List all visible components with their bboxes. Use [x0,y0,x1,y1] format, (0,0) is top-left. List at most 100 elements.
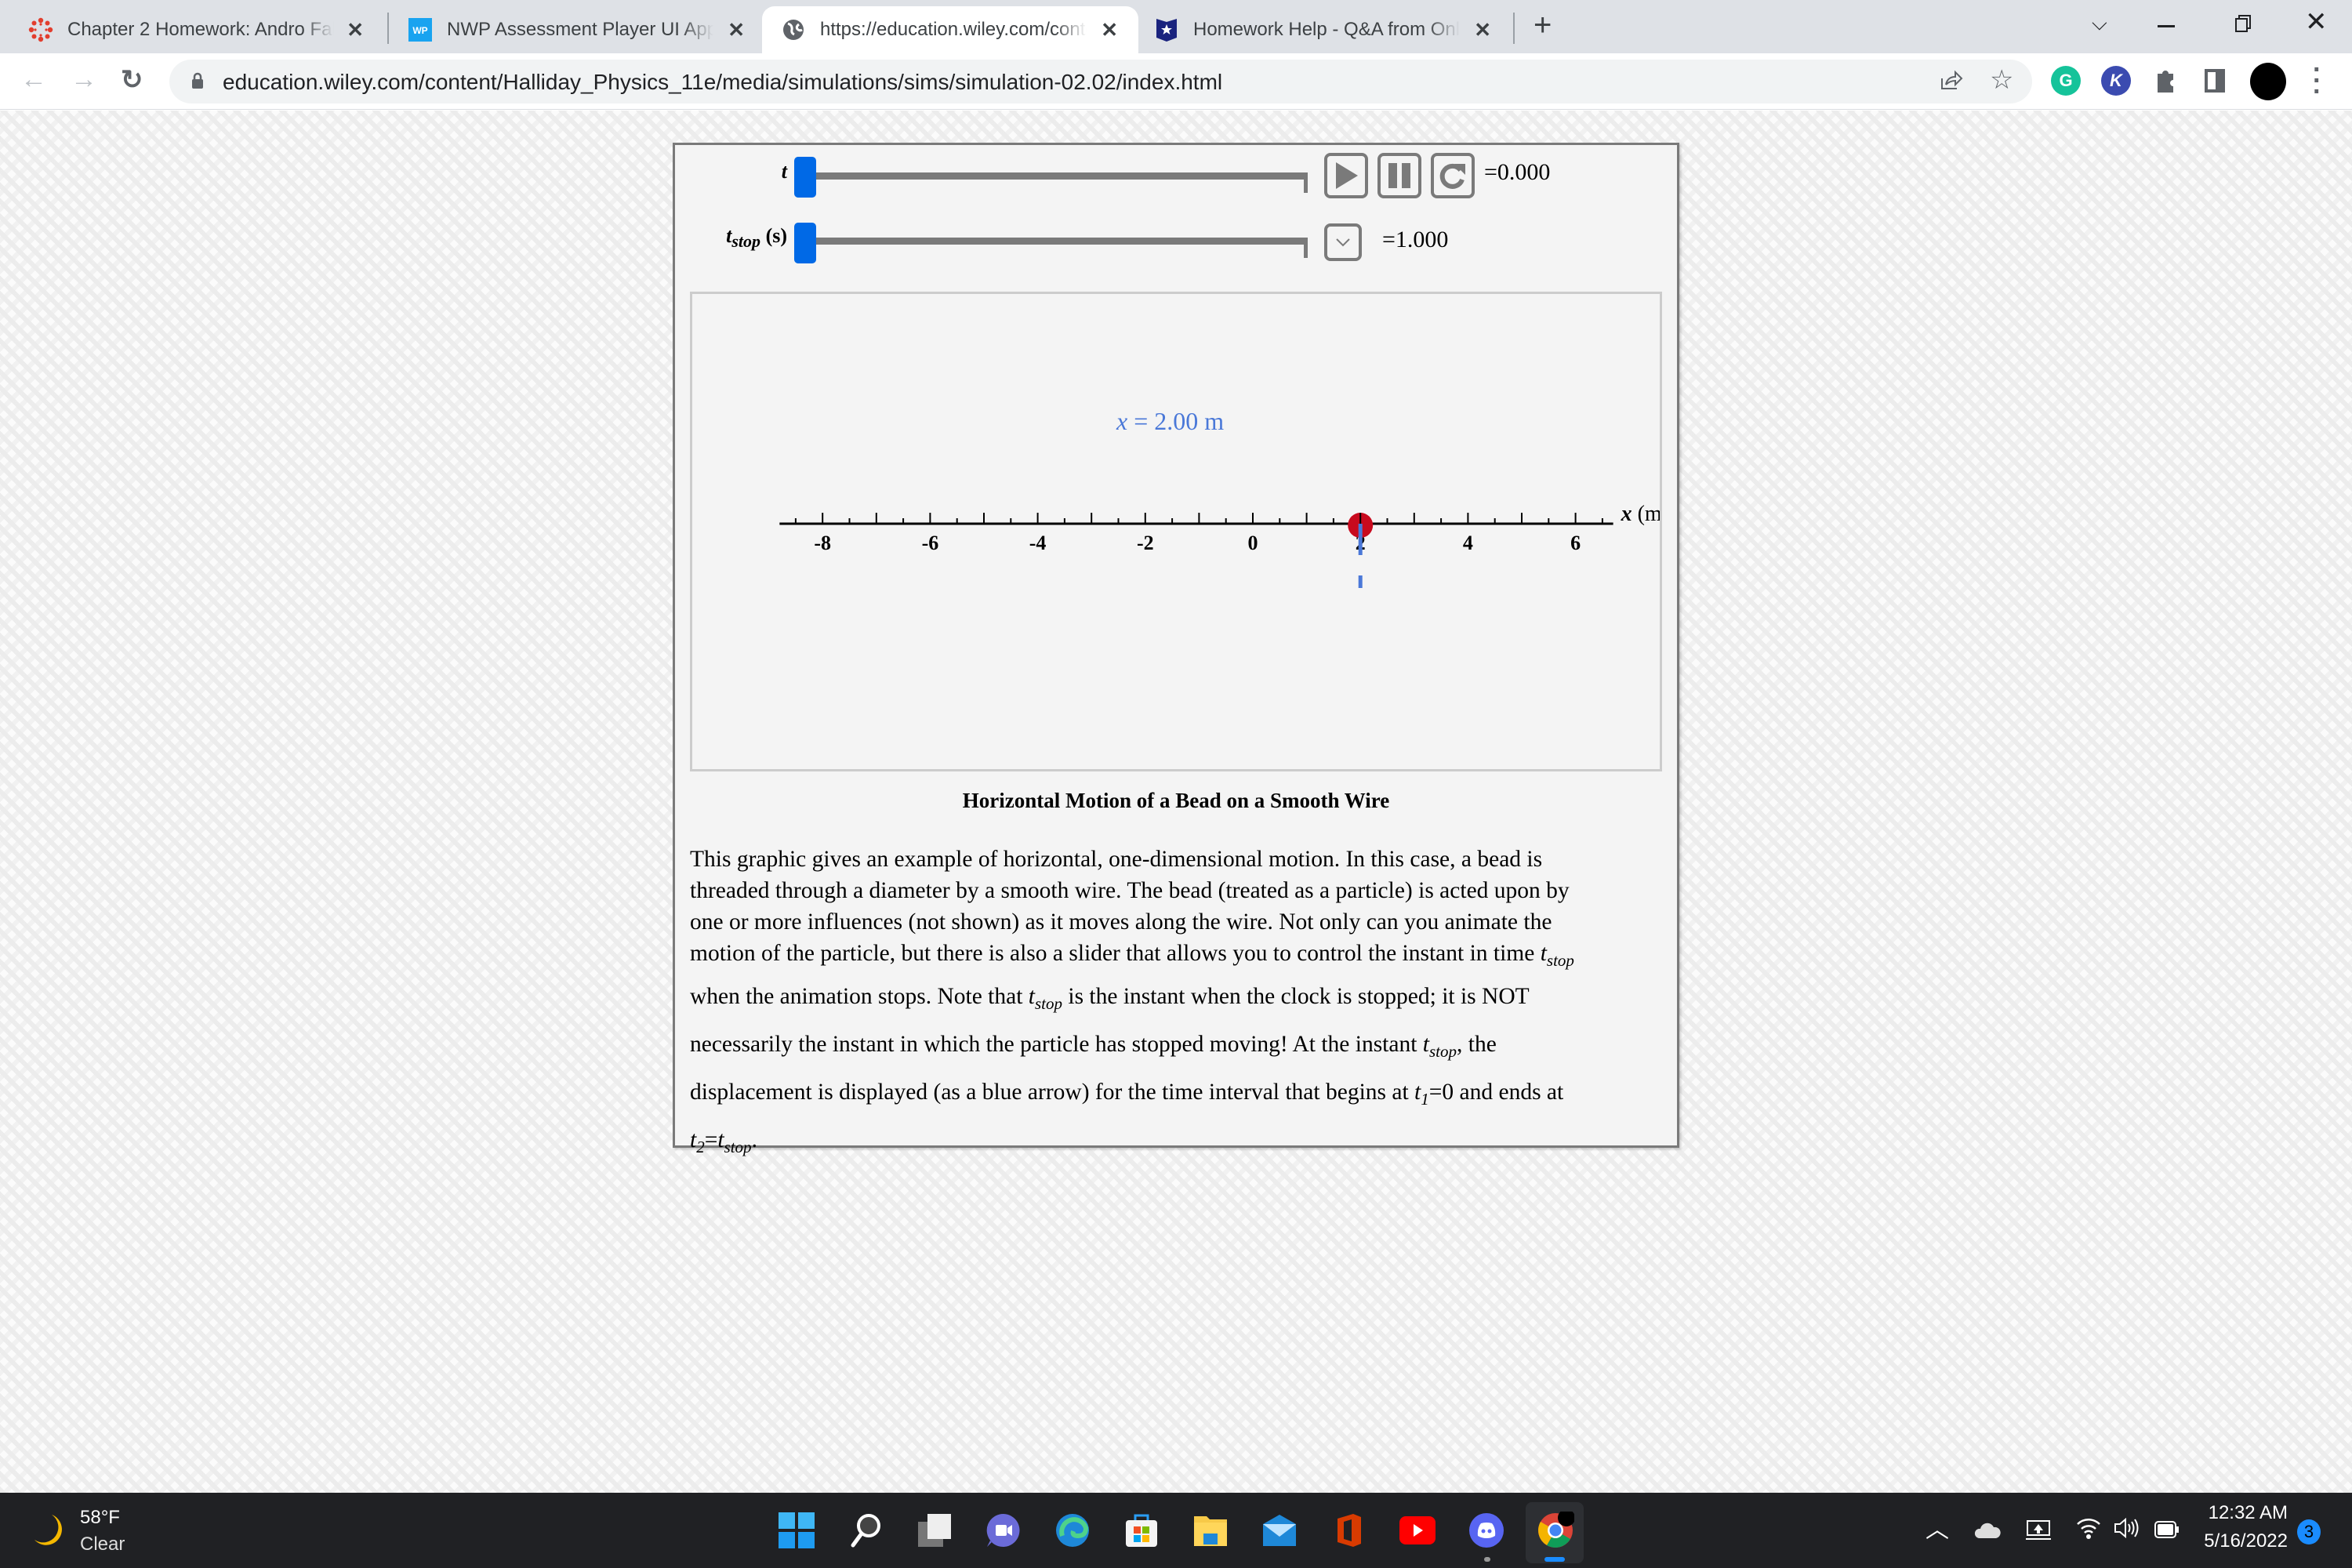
tab-search-icon[interactable]: ⌵ [2092,11,2107,36]
tab-nwp-assessment[interactable]: WP NWP Assessment Player UI Application … [389,6,765,53]
url-text[interactable]: education.wiley.com/content/Halliday_Phy… [223,70,1222,95]
k-extension-icon[interactable]: K [2101,66,2131,96]
t-value-readout: =0.000 [1484,159,1551,185]
wp-logo-icon: WP [408,17,433,42]
restore-button[interactable] [2234,14,2253,37]
description-line: one or more influences (not shown) as it… [690,909,1552,935]
chevron-down-icon [1336,238,1350,247]
battery-icon[interactable] [2154,1521,2180,1542]
play-button[interactable] [1324,153,1368,198]
office-icon[interactable] [1327,1508,1370,1552]
grammarly-extension-icon[interactable]: G [2051,66,2081,96]
tstop-slider-thumb[interactable] [794,223,816,263]
task-view-icon[interactable] [913,1508,956,1552]
pause-icon [1388,163,1410,188]
description-line: necessarily the instant in which the par… [690,1031,1497,1061]
weather-moon-icon [31,1512,66,1553]
screen-share-icon[interactable] [2026,1519,2051,1545]
tab-title: NWP Assessment Player UI Application [447,19,713,40]
tstop-value-readout: =1.000 [1382,227,1449,252]
description-line: when the animation stops. Note that tsto… [690,983,1530,1013]
lock-icon [192,72,203,89]
close-tab-icon[interactable]: ✕ [347,18,364,42]
reload-button[interactable]: ↻ [121,64,143,96]
tab-canvas-homework[interactable]: Chapter 2 Homework: Andro Fahmy ✕ [0,6,384,53]
close-tab-icon[interactable]: ✕ [1101,18,1118,42]
globe-icon [781,17,806,42]
canvas-logo-icon [28,17,53,42]
chrome-icon[interactable] [1534,1508,1577,1552]
tick-label: 4 [1463,532,1473,554]
tick-label: -8 [814,532,831,554]
close-tab-icon[interactable]: ✕ [728,18,745,42]
wifi-icon[interactable] [2076,1516,2101,1544]
store-icon[interactable] [1120,1508,1163,1552]
discord-icon[interactable] [1465,1508,1508,1552]
tab-separator [1513,13,1515,44]
tab-title: Chapter 2 Homework: Andro Fahmy [67,19,334,40]
description-line: displacement is displayed (as a blue arr… [690,1079,1564,1109]
windows-taskbar: 58°F Clear ︿ 12:32 AM 5/16/2022 3 [0,1493,2352,1568]
tab-wiley-simulation[interactable]: https://education.wiley.com/content ✕ [762,6,1138,53]
edge-icon[interactable] [1051,1508,1094,1552]
bookmark-star-icon[interactable]: ☆ [1990,64,2013,96]
svg-text:WP: WP [412,25,427,36]
tick-label: -6 [922,532,939,554]
tab-strip: Chapter 2 Homework: Andro Fahmy ✕ WP NWP… [0,0,2352,53]
tstop-slider-track[interactable] [812,238,1308,245]
profile-avatar[interactable] [2250,63,2286,100]
new-tab-button[interactable]: + [1534,8,1552,43]
reset-button[interactable] [1431,153,1475,198]
clock-time[interactable]: 12:32 AM [2201,1502,2288,1524]
tstop-dropdown-button[interactable] [1324,223,1362,261]
tab-title: Homework Help - Q&A from Online Tutors [1193,19,1460,40]
tstop-slider-end [1304,238,1308,258]
chrome-active-indicator [1544,1557,1565,1562]
back-button[interactable]: ← [20,64,47,95]
simulation-title: Horizontal Motion of a Bead on a Smooth … [962,789,1390,812]
t-slider-thumb[interactable] [794,157,816,198]
pause-button[interactable] [1377,153,1421,198]
simulation-description: This graphic gives an example of horizon… [690,844,1662,1167]
extensions-puzzle-icon[interactable] [2153,67,2178,98]
close-tab-icon[interactable]: ✕ [1474,18,1491,42]
youtube-icon[interactable] [1396,1508,1439,1552]
description-line: threaded through a diameter by a smooth … [690,878,1570,903]
chegg-shield-icon [1154,17,1179,42]
address-bar[interactable]: education.wiley.com/content/Halliday_Phy… [169,60,2032,103]
t-slider-track[interactable] [812,172,1308,180]
forward-button[interactable]: → [71,64,97,95]
share-icon[interactable] [1940,67,1963,97]
play-icon [1336,162,1358,189]
windows-start-icon[interactable] [775,1508,818,1552]
position-readout: x = 2.00 m [1116,407,1224,435]
tick-label: -2 [1137,532,1154,554]
close-window-button[interactable]: ✕ [2305,6,2328,38]
description-line: This graphic gives an example of horizon… [690,847,1543,872]
tstop-slider-label: tstop (s) [726,224,787,251]
file-explorer-icon[interactable] [1189,1508,1232,1552]
weather-temperature[interactable]: 58°F [80,1507,120,1529]
tab-homework-help[interactable]: Homework Help - Q&A from Online Tutors ✕ [1135,6,1512,53]
onedrive-cloud-icon[interactable] [1974,1521,2001,1542]
volume-icon[interactable] [2114,1516,2139,1544]
reset-icon [1439,163,1465,189]
show-hidden-icons-chevron[interactable]: ︿ [1926,1510,1949,1544]
description-line: motion of the particle, but there is als… [690,941,1574,970]
search-icon[interactable] [844,1508,887,1552]
simulation-plot-area: x = 2.00 m -8-6-4-20246 x (m) [690,292,1662,771]
axis-label: x (m) [1621,502,1660,526]
t-slider-end [1304,172,1308,193]
teams-chat-icon[interactable] [982,1508,1025,1552]
side-panel-icon[interactable] [2205,69,2225,93]
tick-label: -4 [1029,532,1047,554]
notification-badge[interactable]: 3 [2297,1519,2321,1544]
minimize-button[interactable] [2158,25,2175,27]
clock-date[interactable]: 5/16/2022 [2192,1530,2288,1552]
mail-icon[interactable] [1258,1508,1301,1552]
position-axis-svg: x = 2.00 m -8-6-4-20246 x (m) [779,407,1660,588]
browser-menu-icon[interactable]: · · · [2313,56,2321,105]
tick-label: 0 [1248,532,1258,554]
weather-description[interactable]: Clear [80,1534,125,1555]
description-line: t2=tstop. [690,1127,757,1156]
